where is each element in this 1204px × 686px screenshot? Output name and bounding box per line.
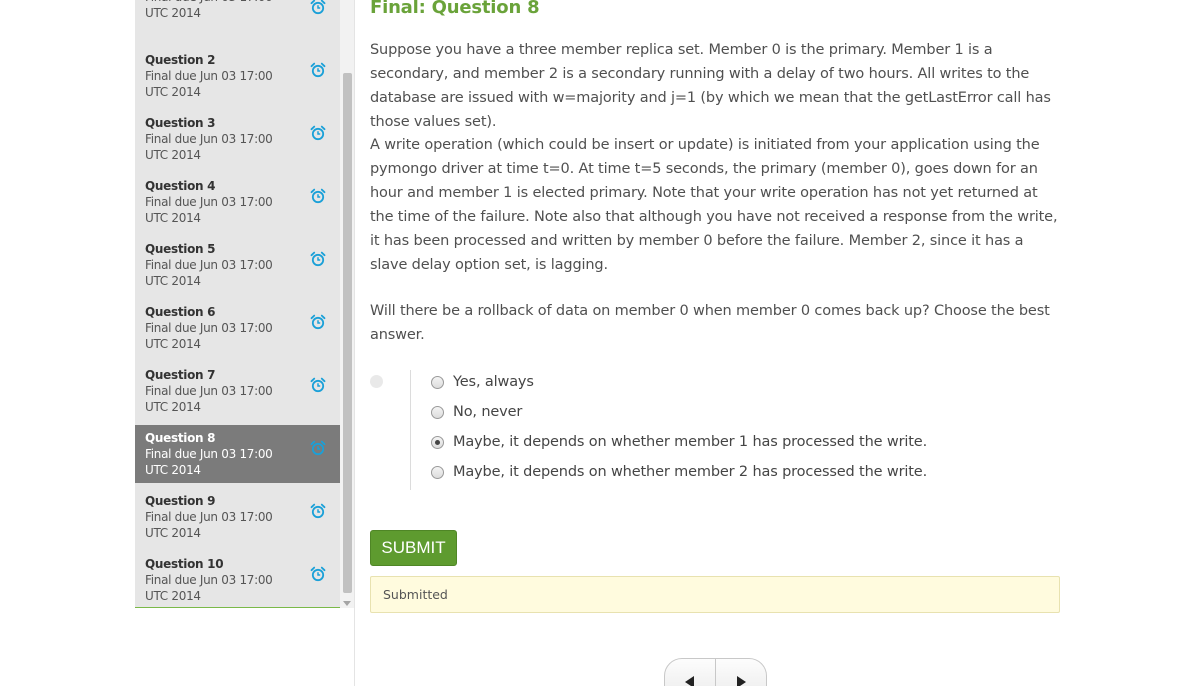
question-paragraph-3: Will there be a rollback of data on memb… <box>370 303 1050 343</box>
answer-choices: Yes, always No, never Maybe, it depends … <box>410 370 970 490</box>
previous-question-button[interactable] <box>665 659 716 686</box>
question-sidebar: Final due Jun 03 17:00UTC 2014Question 2… <box>135 0 355 686</box>
triangle-right-icon <box>737 676 746 686</box>
question-due-date: Final due Jun 03 17:00 <box>145 321 273 335</box>
question-due-year: UTC 2014 <box>145 148 201 162</box>
submit-button[interactable]: SUBMIT <box>370 530 457 566</box>
triangle-left-icon <box>685 676 694 686</box>
sidebar-item-question[interactable]: Question 8 Final due Jun 03 17:00 UTC 2014 <box>135 425 340 483</box>
next-question-button[interactable] <box>716 659 766 686</box>
alarm-clock-icon <box>310 251 326 267</box>
sidebar-item-question[interactable]: Final due Jun 03 17:00UTC 2014 <box>135 0 340 42</box>
question-due-date: Final due Jun 03 17:00 <box>145 573 273 587</box>
question-due-year: UTC 2014 <box>145 6 201 20</box>
radio-button[interactable] <box>431 376 444 389</box>
alarm-clock-icon <box>310 440 326 456</box>
alarm-clock-icon <box>310 62 326 78</box>
question-due-date: Final due Jun 03 17:00 <box>145 195 273 209</box>
answer-status-indicator <box>370 375 383 388</box>
choice-label: Maybe, it depends on whether member 2 ha… <box>453 464 928 480</box>
sidebar-item-question[interactable]: Question 4 Final due Jun 03 17:00 UTC 2014 <box>135 173 340 231</box>
sidebar-item-question[interactable]: Question 9 Final due Jun 03 17:00 UTC 2014 <box>135 488 340 546</box>
sidebar-item-question[interactable]: Question 7 Final due Jun 03 17:00 UTC 2014 <box>135 362 340 420</box>
question-due-year: UTC 2014 <box>145 526 201 540</box>
radio-button[interactable] <box>431 436 444 449</box>
question-due-year: UTC 2014 <box>145 400 201 414</box>
sidebar-item-question[interactable]: Question 5 Final due Jun 03 17:00 UTC 2014 <box>135 236 340 294</box>
alarm-clock-icon <box>310 503 326 519</box>
alarm-clock-icon <box>310 566 326 582</box>
question-due-date: Final due Jun 03 17:00 <box>145 132 273 146</box>
page-title: Final: Question 8 <box>370 0 540 18</box>
question-due-date: Final due Jun 03 17:00 <box>145 447 273 461</box>
question-due-year: UTC 2014 <box>145 463 201 477</box>
scrollbar-thumb[interactable] <box>343 73 352 593</box>
question-due-date: Final due Jun 03 17:00 <box>145 510 273 524</box>
question-due-year: UTC 2014 <box>145 337 201 351</box>
submission-status-message: Submitted <box>370 576 1060 613</box>
question-paragraph-2: A write operation (which could be insert… <box>370 137 1058 273</box>
radio-button[interactable] <box>431 406 444 419</box>
question-paragraph-1: Suppose you have a three member replica … <box>370 42 1051 130</box>
radio-button[interactable] <box>431 466 444 479</box>
choice-label: Yes, always <box>453 374 534 390</box>
alarm-clock-icon <box>310 314 326 330</box>
question-list: Final due Jun 03 17:00UTC 2014Question 2… <box>135 0 340 608</box>
question-due-year: UTC 2014 <box>145 85 201 99</box>
sidebar-item-question[interactable]: Question 3 Final due Jun 03 17:00 UTC 2014 <box>135 110 340 168</box>
sidebar-item-question[interactable]: Question 10 Final due Jun 03 17:00 UTC 201… <box>135 551 340 607</box>
alarm-clock-icon <box>310 0 326 15</box>
question-due-year: UTC 2014 <box>145 589 201 603</box>
sidebar-scrollbar[interactable] <box>340 0 354 608</box>
question-due-year: UTC 2014 <box>145 211 201 225</box>
alarm-clock-icon <box>310 125 326 141</box>
question-due-date: Final due Jun 03 17:00 <box>145 69 273 83</box>
alarm-clock-icon <box>310 188 326 204</box>
sidebar-item-question[interactable]: Question 6 Final due Jun 03 17:00 UTC 2014 <box>135 299 340 357</box>
choice-label: Maybe, it depends on whether member 1 ha… <box>453 434 928 450</box>
scroll-down-arrow-icon[interactable] <box>343 601 351 606</box>
sidebar-item-question[interactable]: Question 2 Final due Jun 03 17:00 UTC 2014 <box>135 47 340 105</box>
alarm-clock-icon <box>310 377 326 393</box>
question-pager <box>664 658 767 686</box>
question-due-date: Final due Jun 03 17:00 <box>145 258 273 272</box>
choice-label: No, never <box>453 404 523 420</box>
question-due-date: Final due Jun 03 17:00 <box>145 384 273 398</box>
question-due-year: UTC 2014 <box>145 274 201 288</box>
